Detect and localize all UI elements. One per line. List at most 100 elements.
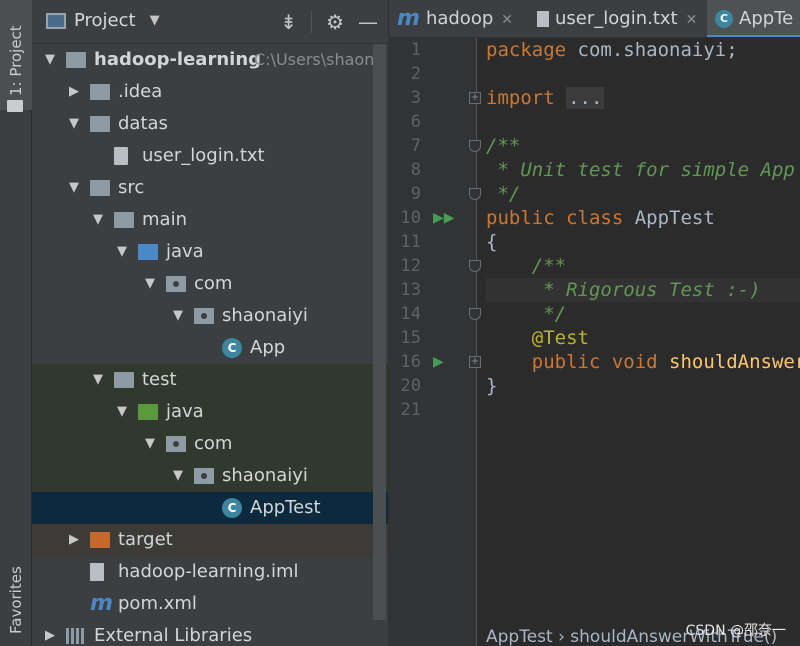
code-line: */ <box>486 303 567 325</box>
tree-row[interactable]: ▼ com <box>32 428 388 460</box>
excluded-folder-icon <box>90 532 110 548</box>
chevron-down-icon[interactable]: ▼ <box>66 172 82 204</box>
chevron-down-icon[interactable]: ▼ <box>142 428 158 460</box>
tab-label: AppTe <box>739 8 794 29</box>
line-number: 15 <box>400 328 421 348</box>
fold-marker-icon[interactable] <box>469 260 481 272</box>
tree-row[interactable]: ▼ shaonaiyi <box>32 460 388 492</box>
close-icon[interactable]: ✕ <box>501 12 513 28</box>
tree-row[interactable]: ▼ com <box>32 268 388 300</box>
maven-icon: m <box>90 591 113 616</box>
line-number: 2 <box>410 64 421 84</box>
hide-panel-icon[interactable]: — <box>358 10 378 34</box>
favorites-tool-tab[interactable]: Favorites <box>0 566 32 646</box>
fold-marker-icon[interactable]: + <box>469 92 481 104</box>
tab-apptest[interactable]: C AppTe <box>707 0 800 37</box>
tree-row[interactable]: ▼ datas <box>32 108 388 140</box>
code-area[interactable]: package com.shaonaiyi; import ... /** * … <box>486 38 800 626</box>
chevron-down-icon[interactable]: ▼ <box>114 236 130 268</box>
line-number: 21 <box>400 400 421 420</box>
collapse-all-icon[interactable]: ⇟ <box>280 10 297 34</box>
tree-item-label: com <box>194 273 233 294</box>
tree-item-label: .idea <box>118 81 163 102</box>
tree-row[interactable]: C App <box>32 332 388 364</box>
code-line: import ... <box>486 86 605 110</box>
code-line-current: * Rigorous Test :-) <box>486 278 800 302</box>
code-text: com.shaonaiyi; <box>566 39 738 61</box>
test-folder-icon <box>138 404 158 420</box>
tree-row[interactable]: ▼ shaonaiyi <box>32 300 388 332</box>
chevron-down-icon[interactable]: ▼ <box>170 460 186 492</box>
chevron-down-icon[interactable]: ▼ <box>114 396 130 428</box>
tree-row[interactable]: ▼ src <box>32 172 388 204</box>
project-module-icon <box>66 52 86 68</box>
tab-user-login[interactable]: user_login.txt ✕ <box>529 0 698 37</box>
chevron-down-icon[interactable]: ▼ <box>90 364 106 396</box>
chevron-right-icon[interactable]: ▶ <box>66 76 82 108</box>
tree-row[interactable]: ▶ target <box>32 524 388 556</box>
close-icon[interactable]: ✕ <box>686 12 698 28</box>
watermark: CSDN @邵奈一 <box>685 623 786 639</box>
tree-row[interactable]: ▼ java <box>32 396 388 428</box>
tree-row[interactable]: ▶ .idea <box>32 76 388 108</box>
line-number: 13 <box>400 280 421 300</box>
fold-marker-icon[interactable] <box>469 140 481 152</box>
chevron-down-icon[interactable]: ▼ <box>42 44 58 76</box>
tree-row[interactable]: ▼ java <box>32 236 388 268</box>
fold-marker-icon[interactable] <box>469 188 481 200</box>
folder-icon <box>90 116 110 132</box>
tree-row[interactable]: ▶ External Libraries <box>32 620 388 646</box>
tab-hadoop[interactable]: m hadoop ✕ <box>389 0 513 37</box>
tree-row[interactable]: ▼ hadoop-learning C:\Users\shaona <box>32 44 388 76</box>
java-class-icon: C <box>222 338 242 358</box>
package-icon <box>194 308 214 324</box>
line-number: 16 <box>400 352 421 372</box>
line-number: 3 <box>410 88 421 108</box>
package-icon <box>166 276 186 292</box>
line-number: 10 <box>400 208 421 228</box>
tree-item-label: main <box>142 209 187 230</box>
tree-item-label: pom.xml <box>118 593 197 614</box>
tree-row[interactable]: hadoop-learning.iml <box>32 556 388 588</box>
chevron-down-icon[interactable]: ▼ <box>170 300 186 332</box>
gear-icon[interactable]: ⚙ <box>326 10 344 34</box>
chevron-down-icon[interactable]: ▼ <box>142 268 158 300</box>
tab-label: hadoop <box>425 8 494 29</box>
folder-icon <box>90 180 110 196</box>
method-name: shouldAnswerWithTrue() <box>669 351 800 373</box>
project-tree: ▼ hadoop-learning C:\Users\shaona ▶ .idea ▼ da… <box>32 44 388 646</box>
tree-row[interactable]: C AppTest <box>32 492 388 524</box>
tab-label: user_login.txt <box>555 8 678 29</box>
iml-file-icon <box>90 563 104 581</box>
tree-row[interactable]: m pom.xml <box>32 588 388 620</box>
code-line: package com.shaonaiyi; <box>486 38 738 62</box>
chevron-down-icon[interactable]: ▼ <box>90 204 106 236</box>
fold-marker-icon[interactable] <box>469 308 481 320</box>
keyword: public class <box>486 207 624 229</box>
tree-item-label: hadoop-learning.iml <box>118 561 299 582</box>
run-test-icon[interactable]: ▶ <box>433 350 444 374</box>
keyword: public void <box>486 351 658 373</box>
line-number: 11 <box>400 232 421 252</box>
tree-row[interactable]: ▼ test <box>32 364 388 396</box>
run-class-icon[interactable]: ▶▶ <box>433 206 455 230</box>
scrollbar[interactable] <box>373 44 386 620</box>
chevron-right-icon[interactable]: ▶ <box>66 524 82 556</box>
project-view-selector[interactable]: Project ▼ <box>46 10 160 31</box>
code-line: @Test <box>486 327 589 349</box>
folded-imports[interactable]: ... <box>566 87 605 109</box>
chevron-down-icon[interactable]: ▼ <box>66 108 82 140</box>
code-line: } <box>486 375 498 397</box>
folder-icon <box>90 84 110 100</box>
tree-item-label: App <box>250 337 286 358</box>
fold-marker-icon[interactable]: + <box>469 356 481 368</box>
line-number: 1 <box>410 40 421 60</box>
text-file-icon <box>114 147 128 165</box>
tree-row[interactable]: ▼ main <box>32 204 388 236</box>
project-tool-tab[interactable]: 1: Project <box>0 0 32 112</box>
tree-row[interactable]: user_login.txt <box>32 140 388 172</box>
panel-title: Project <box>74 10 136 31</box>
text-file-icon <box>537 11 549 27</box>
folder-icon <box>114 372 134 388</box>
chevron-right-icon[interactable]: ▶ <box>42 620 58 646</box>
